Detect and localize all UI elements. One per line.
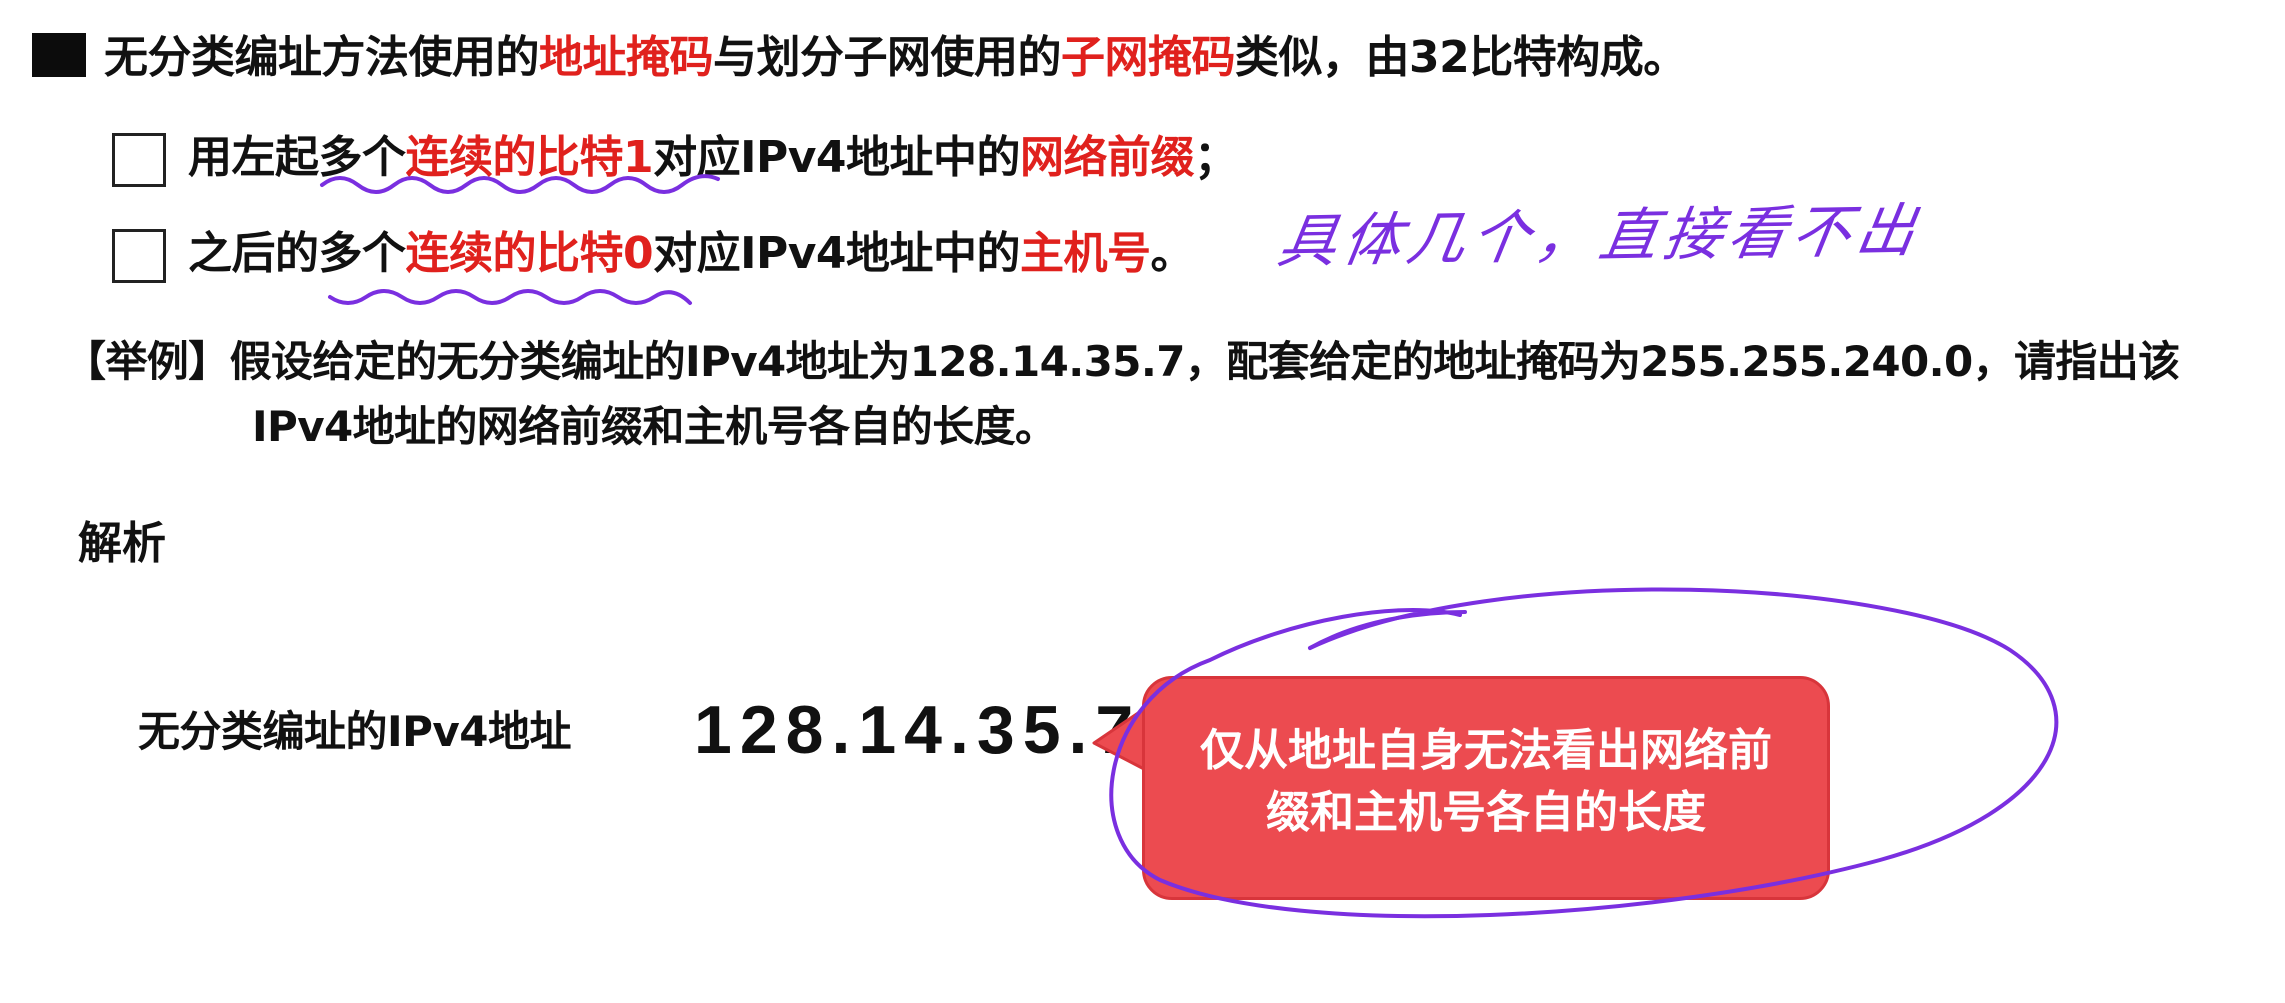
circled-annotation <box>1109 587 2059 919</box>
handwritten-annotation-layer <box>320 174 2059 919</box>
wavy-underline-1 <box>320 174 720 194</box>
handwritten-note: 具体几个，直接看不出 <box>1273 196 1927 276</box>
wavy-underline-2 <box>328 289 692 305</box>
